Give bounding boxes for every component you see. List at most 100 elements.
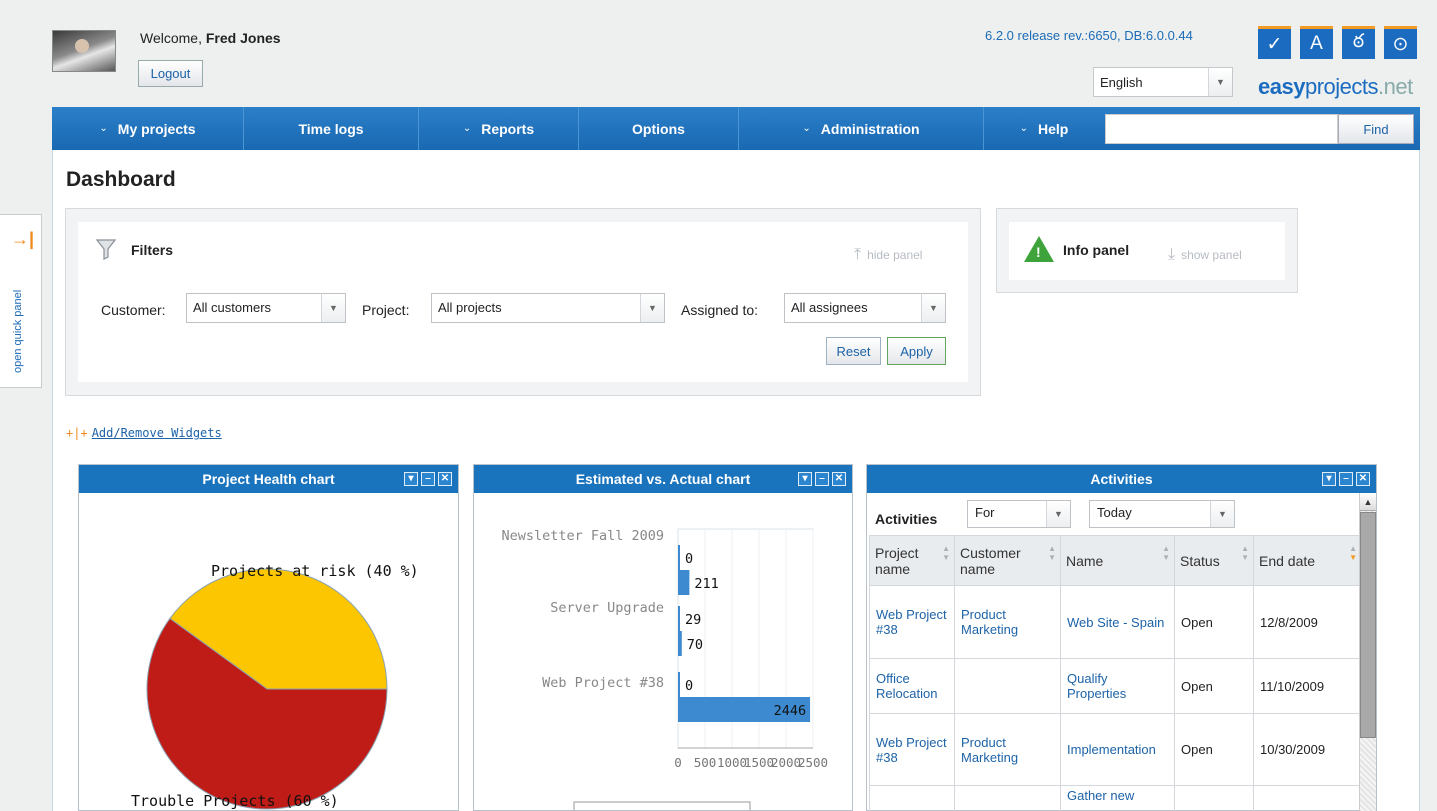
add-remove-icon: +|+ [66, 426, 88, 440]
column-header-status[interactable]: Status ▲ ▼ [1174, 535, 1254, 586]
customer-label: Customer: [101, 302, 166, 318]
activities-widget: Activities ▾ – ✕ Activities For ▼ Today … [866, 464, 1377, 811]
person-icon[interactable]: A [1300, 26, 1333, 59]
clock-icon[interactable]: ⊙ [1384, 26, 1417, 59]
minimize-icon[interactable]: – [815, 472, 829, 486]
column-header-name[interactable]: Name ▲ ▼ [1060, 535, 1175, 586]
nav-reports[interactable]: ⌄ Reports [419, 107, 579, 150]
activities-scrollbar[interactable]: ▲ [1359, 493, 1376, 811]
end-date-cell: 11/10/2009 [1253, 658, 1362, 714]
column-header-end-date[interactable]: End date ▲ ▼ [1253, 535, 1362, 586]
pie-label: Projects at risk (40 %) [211, 562, 419, 580]
add-remove-widgets-label: Add/Remove Widgets [91, 426, 222, 440]
activities-toolbar: Activities For ▼ Today ▼ [867, 493, 1376, 535]
add-remove-widgets-link[interactable]: +|+ Add/Remove Widgets [66, 426, 222, 440]
arrow-right-icon: →| [11, 229, 35, 249]
customer-link[interactable] [954, 785, 1061, 811]
widget-menu-icon[interactable]: ▾ [798, 472, 812, 486]
nav-options[interactable]: Options [579, 107, 739, 150]
chevron-down-icon[interactable]: ▼ [640, 294, 664, 322]
check-icon[interactable]: ✓ [1258, 26, 1291, 59]
bar[interactable] [678, 631, 682, 656]
widget-header: Estimated vs. Actual chart ▾ – ✕ [474, 465, 852, 493]
close-icon[interactable]: ✕ [1356, 472, 1370, 486]
bar-value-label: 70 [687, 637, 703, 653]
tick-label: 500 [694, 755, 717, 770]
language-select[interactable]: English ▼ [1093, 67, 1233, 97]
main-nav: ⌄ My projects Time logs ⌄ Reports Options … [52, 107, 1420, 150]
widget-menu-icon[interactable]: ▾ [1322, 472, 1336, 486]
quick-panel-label: open quick panel [12, 289, 24, 373]
widget-header: Activities ▾ – ✕ [867, 465, 1376, 493]
nav-help[interactable]: ⌄ Help [984, 107, 1104, 150]
chevron-down-icon[interactable]: ▼ [1210, 501, 1234, 527]
widget-header: Project Health chart ▾ – ✕ [79, 465, 458, 493]
end-date-cell: 10/30/2009 [1253, 713, 1362, 786]
activity-link[interactable]: Web Site - Spain [1060, 585, 1175, 659]
tick-label: 1500 [744, 755, 774, 770]
logout-button[interactable]: Logout [138, 60, 203, 87]
welcome-prefix: Welcome, [140, 30, 202, 46]
widget-title: Activities [1090, 471, 1153, 487]
bar[interactable] [678, 545, 680, 570]
customer-link[interactable]: Product Marketing [954, 713, 1061, 786]
minimize-icon[interactable]: – [421, 472, 435, 486]
customer-link[interactable] [954, 658, 1061, 714]
bar[interactable] [678, 570, 690, 595]
user-avatar [52, 30, 116, 72]
activity-link[interactable]: Gather new [1060, 785, 1175, 811]
widget-title: Project Health chart [202, 471, 335, 487]
nav-time-logs[interactable]: Time logs [244, 107, 419, 150]
nav-administration[interactable]: ⌄ Administration [739, 107, 984, 150]
chevron-down-icon[interactable]: ▼ [321, 294, 345, 322]
activity-link[interactable]: Implementation [1060, 713, 1175, 786]
customer-link[interactable]: Product Marketing [954, 585, 1061, 659]
show-panel-link[interactable]: ⤓ show panel [1168, 246, 1242, 264]
project-link[interactable]: Office Relocation [869, 658, 955, 714]
project-link[interactable]: Web Project #38 [869, 585, 955, 659]
tick-label: 1000 [717, 755, 747, 770]
tools-icon[interactable]: ఠ [1342, 26, 1375, 59]
activities-table: Project name ▲ ▼ Customer name ▲ ▼ Name ▲ ▼ St… [869, 535, 1362, 811]
period-select[interactable]: Today ▼ [1089, 500, 1235, 528]
minimize-icon[interactable]: – [1339, 472, 1353, 486]
apply-button[interactable]: Apply [887, 337, 946, 365]
project-link[interactable]: Web Project #38 [869, 713, 955, 786]
bar-value-label: 211 [694, 576, 718, 592]
hide-panel-link[interactable]: ⤒ hide panel [854, 246, 922, 264]
for-select[interactable]: For ▼ [967, 500, 1071, 528]
reset-button[interactable]: Reset [826, 337, 881, 365]
quick-panel-toggle[interactable]: →| open quick panel [0, 214, 42, 388]
chevron-down-icon[interactable]: ▼ [921, 294, 945, 322]
category-label: Newsletter Fall 2009 [501, 528, 664, 544]
project-link[interactable] [869, 785, 955, 811]
column-header-customer[interactable]: Customer name ▲ ▼ [954, 535, 1061, 586]
status-cell: Open [1174, 658, 1254, 714]
status-cell [1174, 785, 1254, 811]
scroll-up-icon[interactable]: ▲ [1360, 493, 1376, 511]
find-button[interactable]: Find [1338, 114, 1414, 144]
close-icon[interactable]: ✕ [438, 472, 452, 486]
arrow-up-icon: ⤒ [854, 246, 862, 263]
tick-label: 2500 [798, 755, 828, 770]
activity-link[interactable]: Qualify Properties [1060, 658, 1175, 714]
nav-my-projects[interactable]: ⌄ My projects [52, 107, 244, 150]
table-row: Office Relocation Qualify Properties Ope… [869, 658, 1362, 714]
filters-title: Filters [131, 242, 174, 258]
chevron-down-icon[interactable]: ▼ [1208, 68, 1232, 96]
chevron-down-icon[interactable]: ▼ [1046, 501, 1070, 527]
close-icon[interactable]: ✕ [832, 472, 846, 486]
project-value: All projects [438, 300, 502, 315]
search-input[interactable] [1105, 114, 1338, 144]
widget-menu-icon[interactable]: ▾ [404, 472, 418, 486]
widget-title: Estimated vs. Actual chart [575, 471, 751, 487]
assigned-select[interactable]: All assignees ▼ [784, 293, 946, 323]
column-header-project[interactable]: Project name ▲ ▼ [869, 535, 955, 586]
project-select[interactable]: All projects ▼ [431, 293, 665, 323]
customer-select[interactable]: All customers ▼ [186, 293, 346, 323]
period-value: Today [1097, 505, 1132, 520]
bar[interactable] [678, 672, 680, 697]
bar[interactable] [678, 606, 680, 631]
chevron-down-icon: ⌄ [462, 123, 472, 134]
scroll-thumb[interactable] [1360, 512, 1376, 738]
